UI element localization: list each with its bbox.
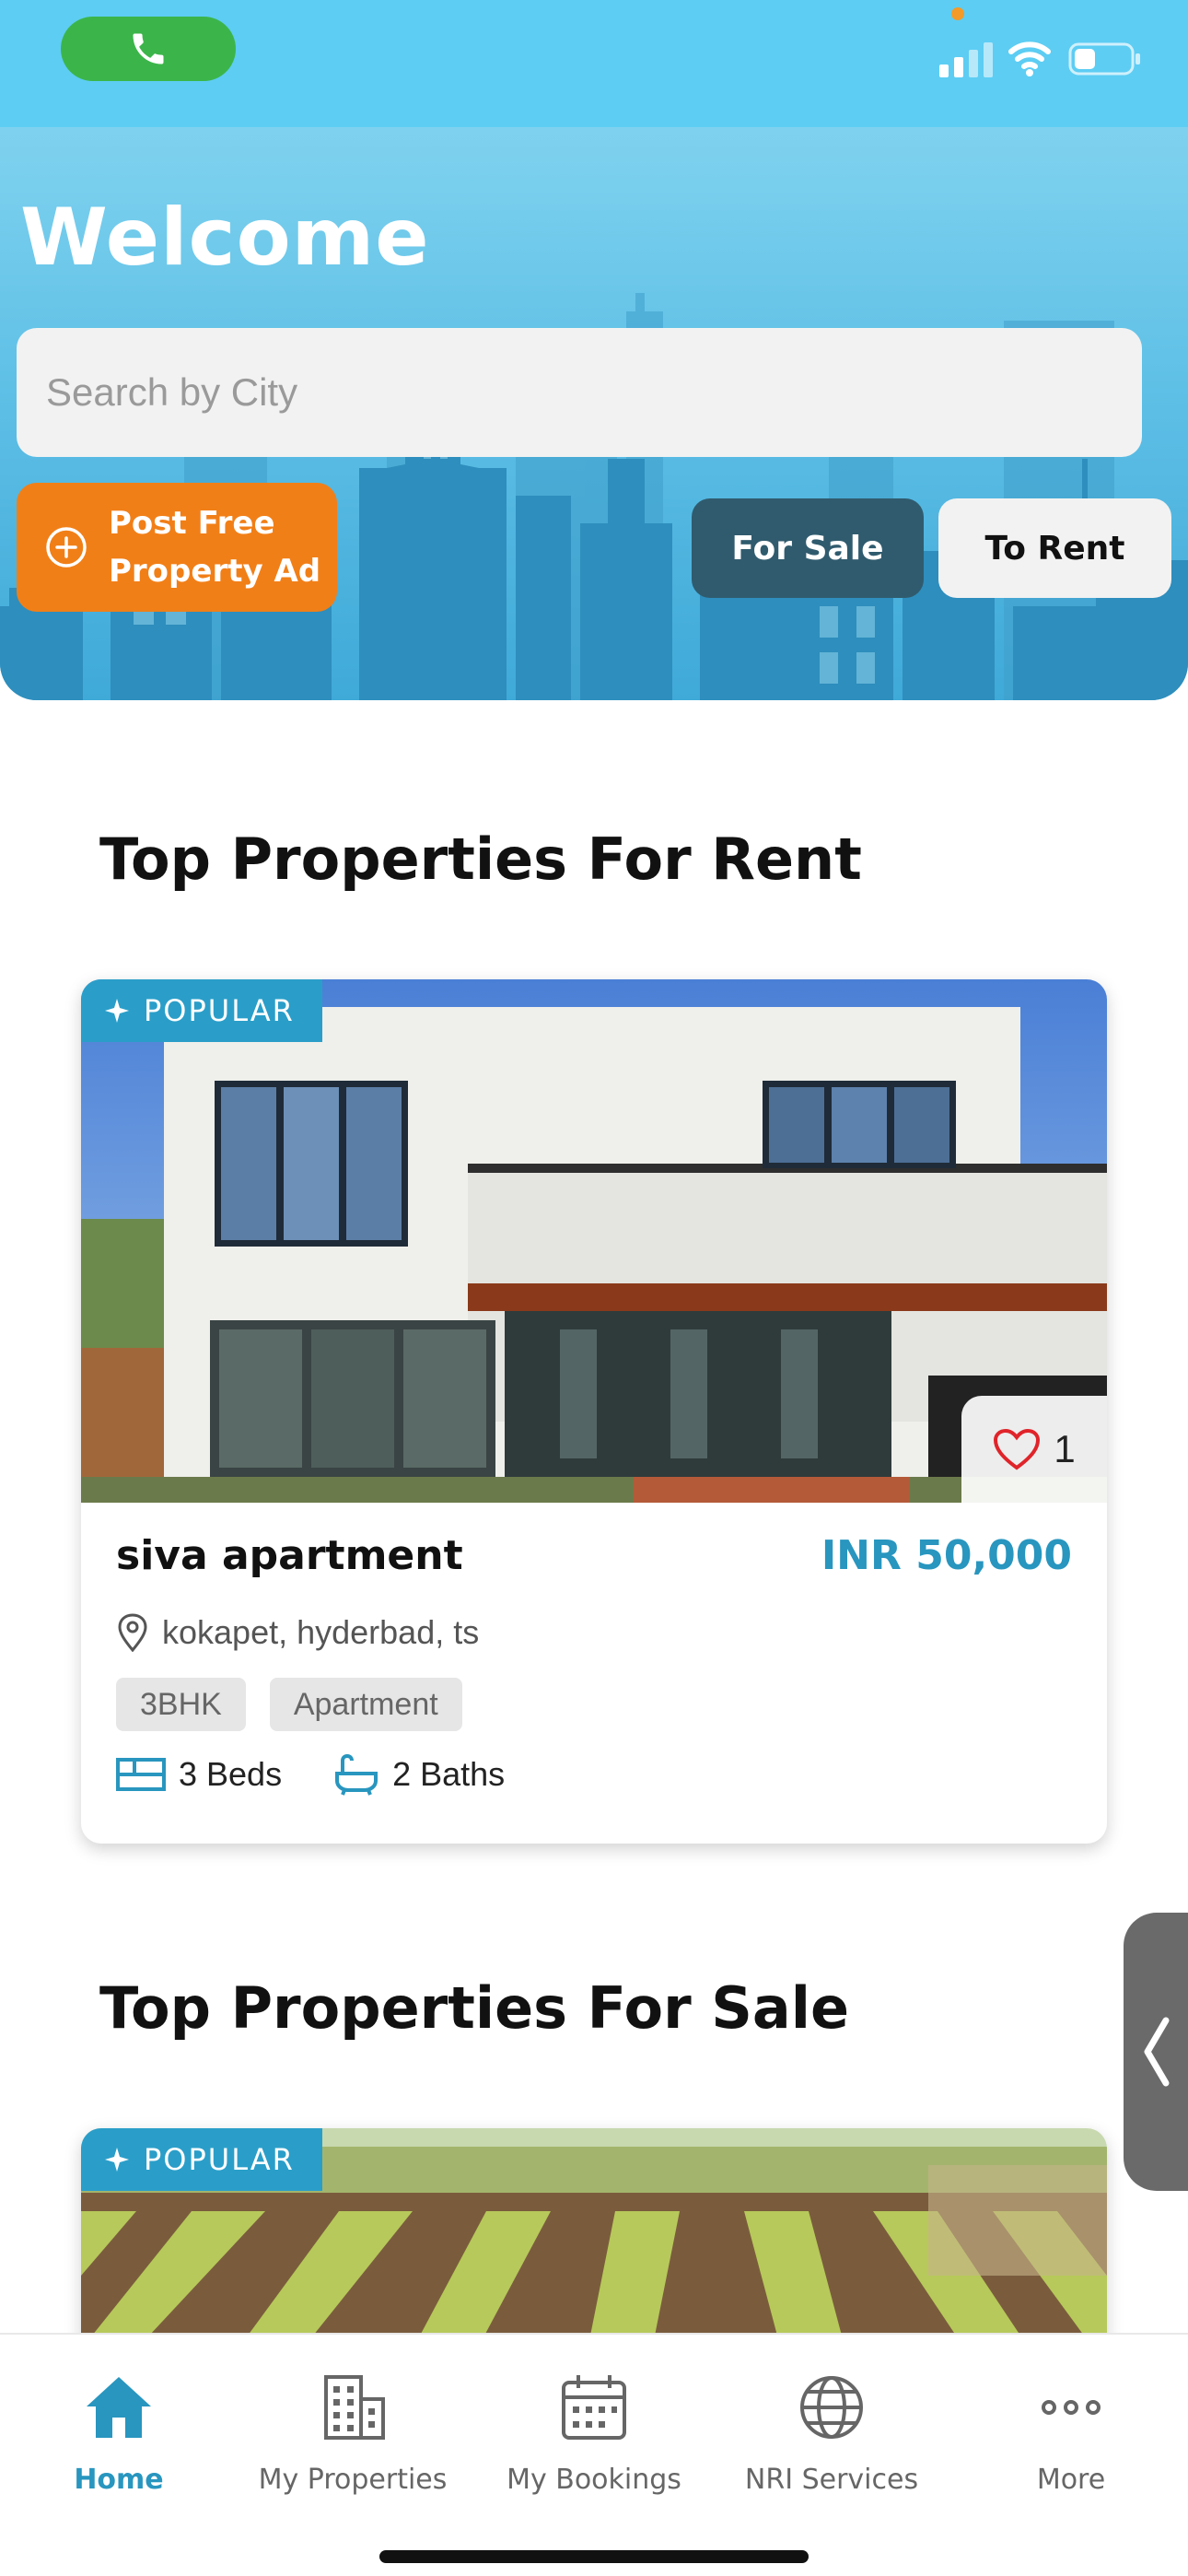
nav-my-bookings-label: My Bookings [507, 2464, 681, 2496]
property-photo [81, 979, 1107, 1503]
sparkle-icon [105, 2148, 129, 2172]
to-rent-button[interactable]: To Rent [938, 498, 1171, 598]
popular-badge: POPULAR [81, 2128, 322, 2191]
chevron-left-icon [1144, 2017, 1170, 2087]
sparkle-icon [105, 999, 129, 1023]
location-text: kokapet, hyderbad, ts [162, 1613, 480, 1651]
tag-type: Apartment [269, 1678, 462, 1731]
welcome-title: Welcome [20, 192, 430, 284]
section-title-sale: Top Properties For Sale [99, 1974, 850, 2042]
bed-icon [116, 1758, 166, 1791]
more-dots-icon [1042, 2400, 1101, 2415]
tag-bhk: 3BHK [116, 1678, 246, 1731]
for-sale-button[interactable]: For Sale [692, 498, 924, 598]
heart-icon [994, 1428, 1041, 1470]
property-card[interactable]: POPULAR [81, 2128, 1107, 2349]
privacy-indicator-dot [951, 7, 964, 20]
property-amenities: 3 Beds 2 Baths [116, 1753, 505, 1796]
nav-more-label: More [1036, 2464, 1106, 2496]
post-ad-label: Post Free Property Ad [109, 505, 321, 590]
favorite-button[interactable]: 1 [961, 1396, 1107, 1503]
home-icon [87, 2377, 151, 2438]
phone-icon [133, 33, 164, 64]
side-drawer-handle[interactable] [1124, 1913, 1188, 2191]
nav-my-bookings[interactable]: My Bookings [475, 2371, 713, 2496]
popular-badge-label: POPULAR [144, 993, 295, 1028]
favorite-count: 1 [1054, 1427, 1076, 1470]
property-card[interactable]: POPULAR 1 siva apartment INR 50,000 koka… [81, 979, 1107, 1844]
property-tags: 3BHK Apartment [116, 1678, 462, 1731]
active-call-pill[interactable] [61, 17, 236, 81]
baths-count: 2 Baths [392, 1755, 506, 1793]
nav-nri-services-label: NRI Services [744, 2464, 919, 2496]
battery-icon [1068, 42, 1140, 76]
section-title-rent: Top Properties For Rent [99, 825, 862, 893]
calendar-icon [562, 2375, 626, 2440]
status-bar [0, 0, 1188, 127]
nav-more[interactable]: More [952, 2371, 1188, 2496]
city-search-input[interactable] [17, 328, 1142, 457]
nav-home-label: Home [74, 2464, 164, 2496]
popular-badge: POPULAR [81, 979, 322, 1042]
property-location: kokapet, hyderbad, ts [116, 1613, 479, 1652]
property-price: INR 50,000 [821, 1532, 1072, 1579]
popular-badge-label: POPULAR [144, 2142, 295, 2177]
nav-my-properties-label: My Properties [258, 2464, 448, 2496]
property-name: siva apartment [116, 1532, 463, 1579]
nav-nri-services[interactable]: NRI Services [713, 2371, 950, 2496]
bathtub-icon [335, 1753, 379, 1796]
nav-home[interactable]: Home [0, 2371, 238, 2496]
cellular-signal-icon [939, 42, 993, 77]
globe-icon [800, 2376, 863, 2439]
hero-banner: Welcome Post Free Property Ad For Sale T… [0, 127, 1188, 700]
building-icon [324, 2375, 385, 2440]
home-indicator[interactable] [379, 2550, 809, 2563]
plus-circle-icon [46, 527, 87, 568]
bottom-navigation: Home My Properties My Bookings NRI Servi… [0, 2333, 1188, 2576]
location-pin-icon [118, 1613, 147, 1652]
nav-my-properties[interactable]: My Properties [234, 2371, 472, 2496]
beds-count: 3 Beds [179, 1755, 283, 1793]
wifi-icon [1008, 41, 1051, 76]
post-free-property-ad-button[interactable]: Post Free Property Ad [17, 483, 337, 612]
